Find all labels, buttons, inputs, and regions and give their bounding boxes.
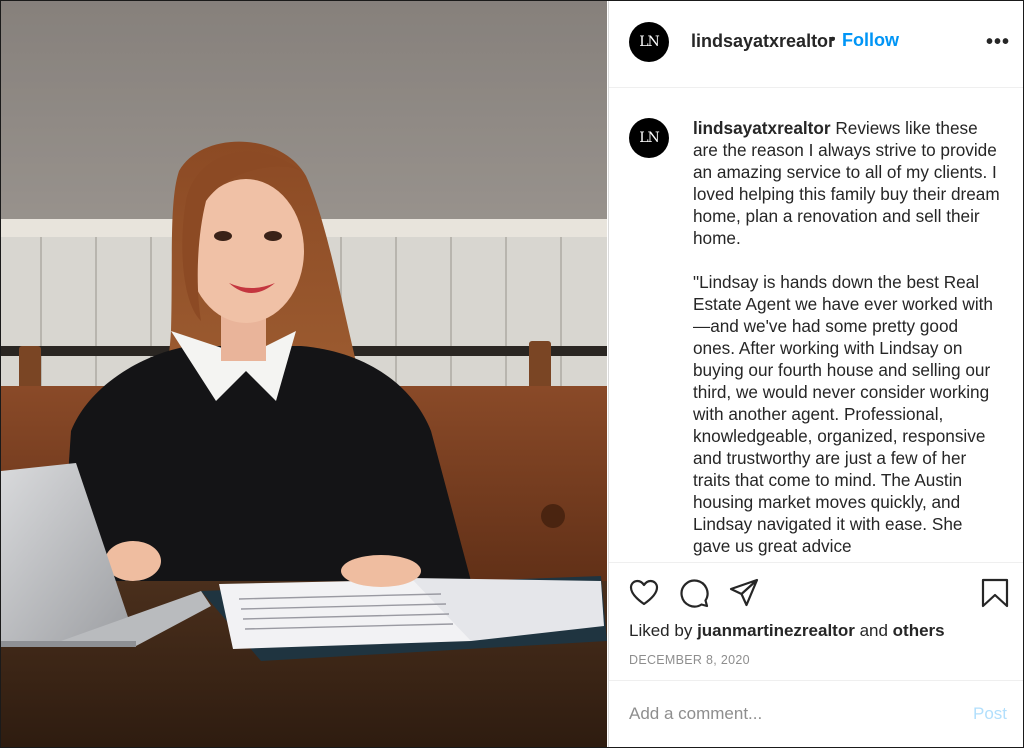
- caption-avatar[interactable]: LN: [629, 118, 669, 158]
- post-actions: Liked by juanmartinezrealtor and others …: [609, 562, 1023, 747]
- author-username[interactable]: lindsayatxrealtor: [691, 31, 835, 52]
- post-date[interactable]: DECEMBER 8, 2020: [629, 653, 750, 667]
- post-photo[interactable]: [1, 1, 607, 747]
- comments-area[interactable]: LN lindsayatxrealtor Reviews like these …: [609, 88, 1023, 561]
- author-avatar[interactable]: LN: [629, 22, 669, 62]
- heart-icon[interactable]: [628, 577, 660, 609]
- comment-icon[interactable]: [678, 577, 710, 609]
- share-icon[interactable]: [728, 577, 760, 609]
- caption-username[interactable]: lindsayatxrealtor: [693, 118, 831, 138]
- comment-input[interactable]: [629, 700, 949, 728]
- post-header: LN lindsayatxrealtor • Follow •••: [609, 1, 1023, 88]
- caption-paragraph-1: lindsayatxrealtor Reviews like these are…: [693, 118, 1000, 248]
- liked-by-user-link[interactable]: juanmartinezrealtor: [697, 621, 855, 640]
- post-side-panel: LN lindsayatxrealtor • Follow ••• LN lin…: [608, 1, 1023, 747]
- liked-by-others-link[interactable]: others: [893, 621, 945, 640]
- post-comment-button[interactable]: Post: [973, 704, 1007, 724]
- post-caption: lindsayatxrealtor Reviews like these are…: [693, 117, 1003, 561]
- instagram-post-window: LN lindsayatxrealtor • Follow ••• LN lin…: [0, 0, 1024, 748]
- follow-button[interactable]: Follow: [842, 30, 899, 51]
- more-options-icon[interactable]: •••: [985, 29, 1011, 55]
- photo-illustration: [1, 1, 607, 747]
- caption-paragraph-2: "Lindsay is hands down the best Real Est…: [693, 272, 993, 556]
- add-comment-bar: Post: [609, 680, 1023, 747]
- likes-summary: Liked by juanmartinezrealtor and others: [629, 621, 945, 640]
- separator-dot: •: [830, 31, 836, 48]
- bookmark-icon[interactable]: [979, 577, 1011, 609]
